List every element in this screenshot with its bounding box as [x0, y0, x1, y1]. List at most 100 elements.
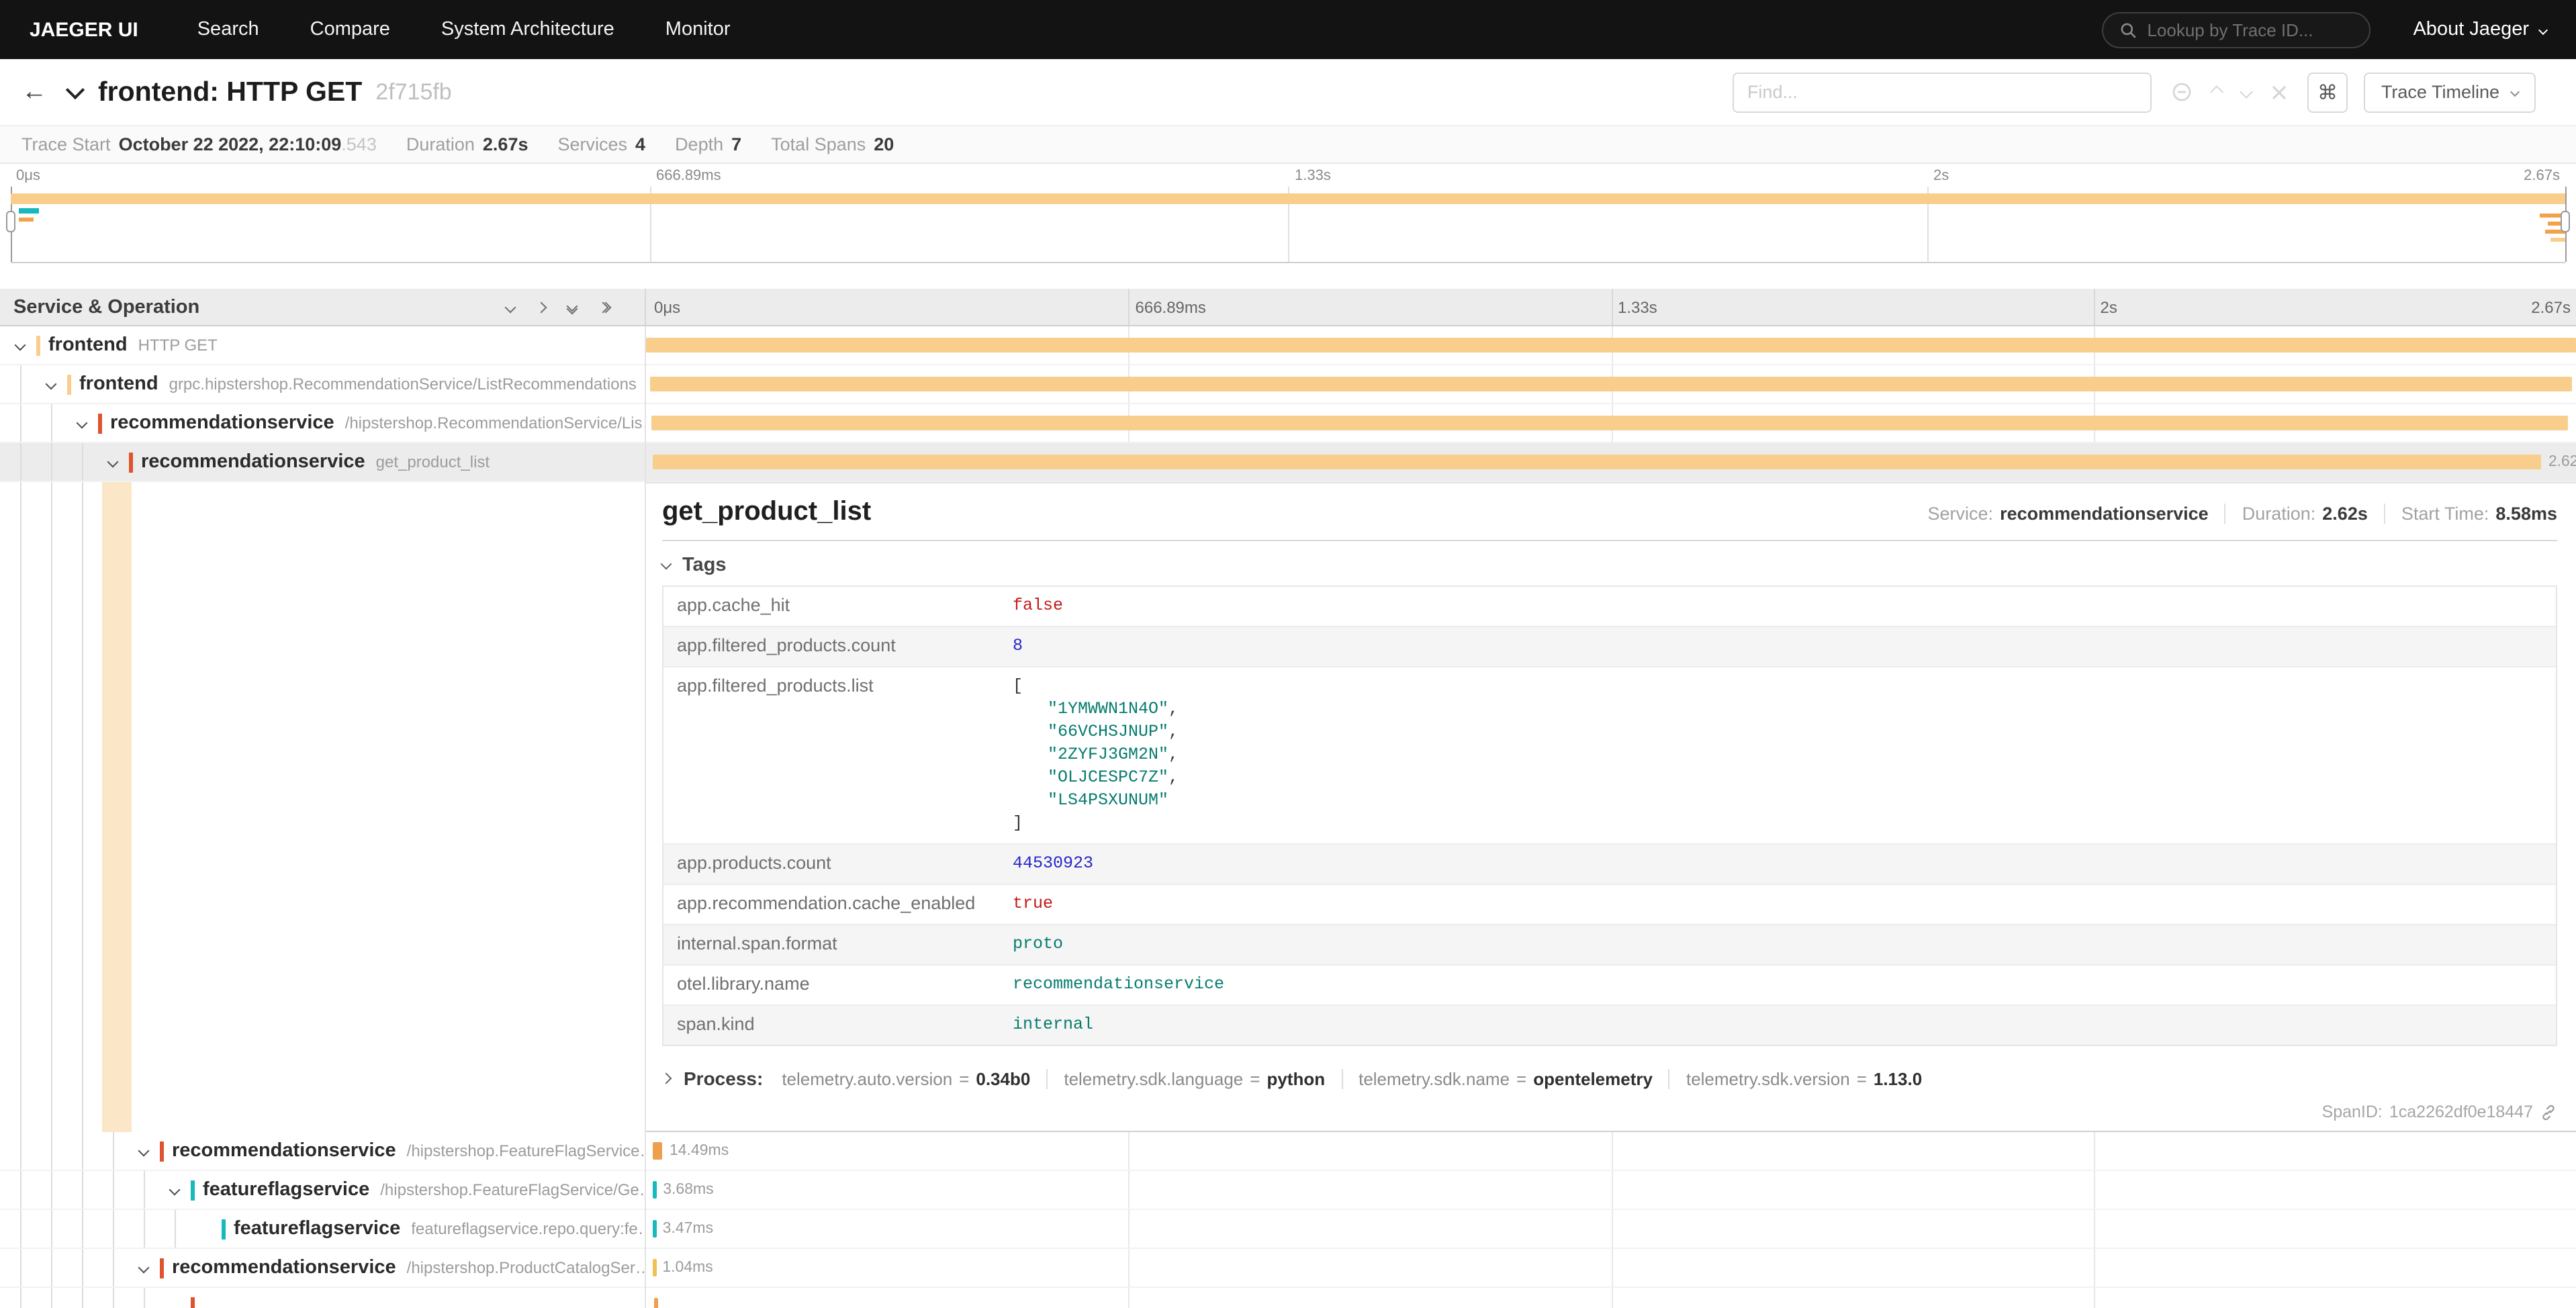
back-arrow-icon[interactable]: ←: [21, 79, 47, 105]
expand-toggle-icon[interactable]: [107, 457, 119, 468]
span-bar[interactable]: [652, 1181, 656, 1199]
expand-toggle-icon[interactable]: [138, 1262, 150, 1274]
nav-item-system-architecture[interactable]: System Architecture: [441, 19, 614, 40]
span-name-cell[interactable]: frontendHTTP GET: [0, 326, 646, 364]
span-row[interactable]: recommendationservice/hipstershop.Recomm…: [0, 404, 2576, 443]
link-icon[interactable]: [2540, 1103, 2557, 1121]
span-bar[interactable]: [652, 455, 2542, 469]
span-name-cell[interactable]: [0, 1288, 646, 1308]
expand-toggle-icon[interactable]: [46, 379, 57, 390]
summary-item: Total Spans20: [771, 134, 894, 154]
span-bar[interactable]: [653, 1259, 657, 1276]
summary-label: Trace Start: [21, 134, 111, 154]
tag-row: span.kindinternal: [663, 1006, 2556, 1045]
span-name-cell[interactable]: featureflagservicefeatureflagservice.rep…: [0, 1210, 646, 1248]
span-bar-cell[interactable]: 14.49ms: [646, 1132, 2576, 1170]
span-bar-cell[interactable]: 3.47ms: [646, 1210, 2576, 1248]
trace-lookup[interactable]: [2101, 11, 2370, 48]
span-bar[interactable]: [652, 1142, 663, 1160]
span-name-cell[interactable]: recommendationservice/hipstershop.Recomm…: [0, 404, 646, 442]
column-divider[interactable]: [645, 326, 646, 1308]
circle-minus-icon[interactable]: [2172, 82, 2192, 102]
indent-guide: [51, 1249, 52, 1287]
nav-item-compare[interactable]: Compare: [310, 19, 390, 40]
expand-toggle-icon[interactable]: [15, 340, 26, 351]
nav-item-monitor[interactable]: Monitor: [665, 19, 731, 40]
span-bar[interactable]: [653, 1298, 657, 1308]
span-row[interactable]: [0, 1288, 2576, 1308]
span-bar[interactable]: [651, 416, 2567, 430]
next-match-icon[interactable]: [2240, 85, 2253, 99]
collapse-one-icon[interactable]: [506, 303, 514, 311]
summary-item: Trace StartOctober 22 2022, 22:10:09.543: [21, 134, 377, 154]
chevron-down-icon: [661, 559, 672, 570]
clear-search-icon[interactable]: [2271, 84, 2287, 100]
expand-one-icon[interactable]: [537, 303, 545, 311]
expand-toggle-icon[interactable]: [169, 1184, 181, 1196]
span-row[interactable]: recommendationservice/hipstershop.Featur…: [0, 1132, 2576, 1171]
tag-key: internal.span.format: [663, 925, 999, 964]
span-bar-cell[interactable]: [646, 365, 2576, 403]
detail-meta-value: 2.62s: [2322, 504, 2368, 524]
app-logo[interactable]: JAEGER UI: [30, 18, 138, 41]
operation-name: /hipstershop.RecommendationService/Lis…: [345, 414, 646, 432]
detail-meta-label: Duration:: [2242, 504, 2316, 524]
trace-title: frontend: HTTP GET: [98, 76, 362, 108]
span-bar[interactable]: [650, 377, 2573, 391]
find-input[interactable]: [1733, 72, 2152, 112]
span-name-cell[interactable]: recommendationservice/hipstershop.Featur…: [0, 1132, 646, 1170]
span-bar-cell[interactable]: [646, 404, 2576, 442]
minimap-right-grip[interactable]: [2561, 211, 2570, 232]
span-bar-cell[interactable]: [646, 326, 2576, 364]
timeline-ruler: 0μs666.89ms1.33s2s2.67s: [646, 289, 2576, 326]
trace-summary-bar: Trace StartOctober 22 2022, 22:10:09.543…: [0, 125, 2576, 164]
list-item-value: "OLJCESPC7Z": [1048, 768, 1168, 787]
collapse-all-icon[interactable]: [568, 301, 576, 312]
nav-item-search[interactable]: Search: [197, 19, 259, 40]
span-name-cell[interactable]: recommendationserviceget_product_list: [0, 443, 646, 481]
trace-view-selector[interactable]: Trace Timeline: [2364, 72, 2536, 112]
span-row[interactable]: frontendHTTP GET: [0, 326, 2576, 365]
tag-value-text: 44530923: [1013, 854, 1093, 873]
trace-minimap[interactable]: [11, 187, 2565, 263]
collapse-title-chevron-icon[interactable]: [66, 80, 85, 99]
span-bar-cell[interactable]: 1.04ms: [646, 1249, 2576, 1287]
minimap-left-grip[interactable]: [6, 211, 15, 232]
trace-header-controls: ⌘ Trace Timeline: [1733, 72, 2555, 112]
span-row[interactable]: featureflagservice/hipstershop.FeatureFl…: [0, 1171, 2576, 1210]
process-key: telemetry.sdk.name: [1359, 1068, 1510, 1088]
span-row[interactable]: recommendationserviceget_product_list2.6…: [0, 443, 2576, 482]
trace-lookup-input[interactable]: [2147, 19, 2352, 40]
span-row[interactable]: recommendationservice/hipstershop.Produc…: [0, 1249, 2576, 1288]
tags-section-toggle[interactable]: Tags: [662, 549, 2557, 586]
tag-value: internal: [999, 1006, 2556, 1045]
expand-toggle-icon[interactable]: [77, 418, 88, 429]
process-section-toggle[interactable]: Process: telemetry.auto.version=0.34b0te…: [662, 1068, 2557, 1089]
span-bar-cell[interactable]: 3.68ms: [646, 1171, 2576, 1209]
keyboard-shortcuts-button[interactable]: ⌘: [2307, 72, 2348, 112]
list-open-bracket: [: [1013, 675, 2542, 698]
process-value: 0.34b0: [976, 1068, 1030, 1088]
span-bar[interactable]: [652, 1220, 656, 1237]
expand-all-icon[interactable]: [599, 303, 610, 311]
process-kv: telemetry.sdk.name=opentelemetry: [1341, 1068, 1669, 1088]
detail-meta-value: recommendationservice: [2000, 504, 2209, 524]
indent-guide: [51, 482, 52, 1132]
list-item: "OLJCESPC7Z",: [1013, 767, 2542, 790]
about-jaeger-menu[interactable]: About Jaeger: [2413, 19, 2546, 40]
span-bar-cell[interactable]: 2.62s: [646, 443, 2576, 481]
span-row[interactable]: frontendgrpc.hipstershop.RecommendationS…: [0, 365, 2576, 404]
span-row[interactable]: featureflagservicefeatureflagservice.rep…: [0, 1210, 2576, 1249]
prev-match-icon[interactable]: [2210, 85, 2223, 99]
span-bar-cell[interactable]: [646, 1288, 2576, 1308]
span-rows-bottom: recommendationservice/hipstershop.Featur…: [0, 1132, 2576, 1308]
span-name-cell[interactable]: featureflagservice/hipstershop.FeatureFl…: [0, 1171, 646, 1209]
span-name-cell[interactable]: recommendationservice/hipstershop.Produc…: [0, 1249, 646, 1287]
indent-guide: [82, 1171, 83, 1209]
tag-key: app.products.count: [663, 845, 999, 884]
span-bar[interactable]: [646, 338, 2576, 353]
operation-name: featureflagservice.repo.query:fe…: [411, 1219, 646, 1238]
span-name-cell[interactable]: frontendgrpc.hipstershop.RecommendationS…: [0, 365, 646, 403]
expand-toggle-icon[interactable]: [138, 1146, 150, 1157]
jaeger-trace-page: JAEGER UI Search Compare System Architectu…: [0, 0, 2576, 1308]
